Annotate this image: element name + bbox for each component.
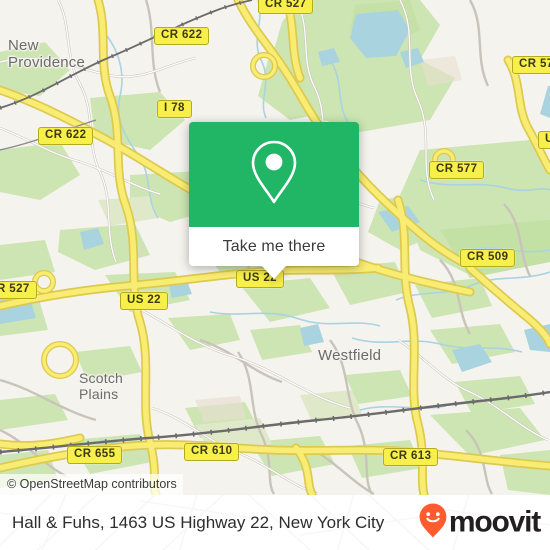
osm-attribution[interactable]: © OpenStreetMap contributors xyxy=(0,474,183,495)
popup-action-area[interactable]: Take me there xyxy=(189,227,359,279)
road-shield-cr-509[interactable]: CR 509 xyxy=(460,249,516,267)
popup-image-area xyxy=(189,122,359,227)
moovit-wordmark: moovit xyxy=(448,505,541,539)
road-shield-us-22-west[interactable]: US 22 xyxy=(120,292,168,310)
moovit-map-screenshot: New Providence Scotch Plains Westfield C… xyxy=(0,0,550,550)
road-shield-cr-577-topright[interactable]: CR 577 xyxy=(512,56,550,74)
road-shield-cr-613[interactable]: CR 613 xyxy=(383,448,439,466)
road-shield-cr-622-top[interactable]: CR 622 xyxy=(154,27,210,45)
take-me-there-popup[interactable]: Take me there xyxy=(189,122,359,279)
road-shield-cr-527-left[interactable]: R 527 xyxy=(0,281,37,299)
map-canvas[interactable]: New Providence Scotch Plains Westfield C… xyxy=(0,0,550,495)
road-shield-cr-577[interactable]: CR 577 xyxy=(429,161,485,179)
moovit-brand-logo[interactable]: moovit xyxy=(418,502,541,543)
popup-pointer-tail xyxy=(262,266,286,279)
road-shield-cr-622-left[interactable]: CR 622 xyxy=(38,127,94,145)
road-shield-i-78[interactable]: I 78 xyxy=(157,100,192,118)
moovit-pin-smiley-icon xyxy=(418,502,448,543)
footer-bar: Hall & Fuhs, 1463 US Highway 22, New Yor… xyxy=(0,495,550,550)
take-me-there-label: Take me there xyxy=(222,237,326,255)
map-pin-icon xyxy=(246,137,302,212)
road-shield-cr-527-top[interactable]: CR 527 xyxy=(258,0,314,14)
location-address-text: Hall & Fuhs, 1463 US Highway 22, New Yor… xyxy=(12,512,385,532)
road-shield-cr-610[interactable]: CR 610 xyxy=(184,443,240,461)
road-shield-cr-655[interactable]: CR 655 xyxy=(67,446,123,464)
road-shield-us-22-right-edge[interactable]: U xyxy=(538,131,550,149)
